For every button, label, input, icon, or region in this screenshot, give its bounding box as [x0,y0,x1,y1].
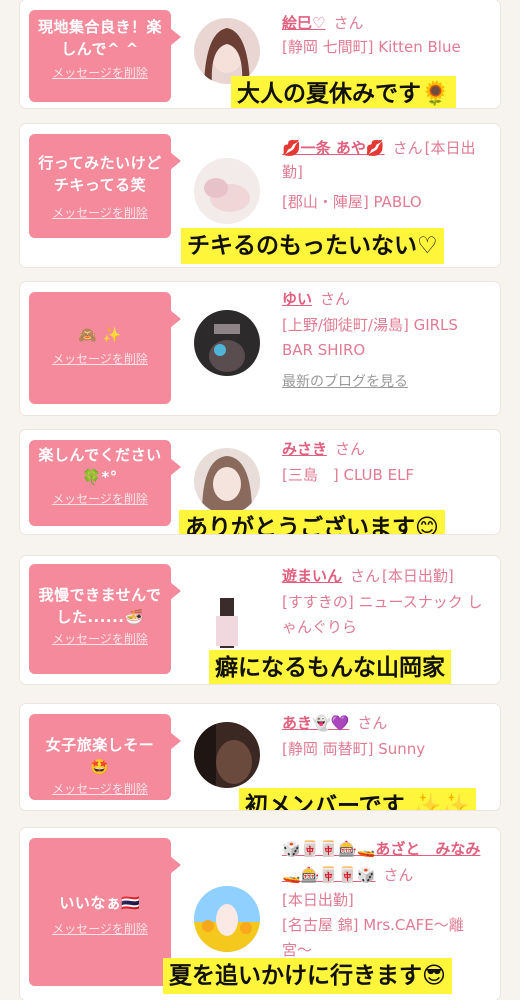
delete-message-link[interactable]: メッセージを削除 [29,350,171,367]
message-bubble: 女子旅楽しそー🤩 メッセージを削除 [29,714,181,800]
honorific: さん [335,440,366,458]
member-name-link[interactable]: みさき [282,440,327,458]
honorific: さん [383,866,414,884]
member-name-link[interactable]: 💋一条 あや💋 [282,139,385,157]
member-info: ゆい さん [上野/御徒町/湯島] GIRLS BAR SHIRO 最新のブログを… [282,288,488,391]
member-info: みさき さん [三島 ] CLUB ELF [282,438,488,488]
message-bubble: 現地集合良き！楽しんで^ ^ メッセージを削除 [29,10,181,102]
avatar[interactable] [194,18,260,84]
work-status: [本日出勤] [382,567,454,585]
avatar[interactable] [194,158,260,224]
honorific: さん [350,567,381,585]
member-name-link[interactable]: あき👻💜 [282,714,349,732]
shop-name: [上野/御徒町/湯島] GIRLS BAR SHIRO [282,316,458,359]
message-card: 🙈 ✨ メッセージを削除 ゆい さん [上野/御徒町/湯島] GIRLS BAR … [20,282,500,415]
shop-name: [静岡 両替町] Sunny [282,740,426,758]
overlay-caption: ありがとうございます😊 [179,510,445,534]
overlay-caption: 夏を追いかけに行きます😎 [163,958,452,994]
avatar[interactable] [194,586,260,652]
message-card: 楽しんでください🍀*° メッセージを削除 みさき さん [三島 ] CLUB EL… [20,430,500,534]
message-card: いいなぁ🇹🇭 メッセージを削除 🎲🀄🀄🎰🚤あざと みなみ🚤🎰🀄🀄🎲 さん [本日出… [20,828,500,1000]
member-info: あき👻💜 さん [静岡 両替町] Sunny [282,712,488,762]
delete-message-link[interactable]: メッセージを削除 [29,920,171,937]
member-info: 絵巳♡ さん [静岡 七間町] Kitten Blue [282,12,488,60]
message-card: 現地集合良き！楽しんで^ ^ メッセージを削除 絵巳♡ さん [静岡 七間町] K… [20,0,500,108]
shop-name: [すすきの] ニュースナック しゃんぐりら [282,593,483,636]
overlay-caption: 初メンバーです ✨✨ [239,788,476,810]
message-text: 行ってみたいけどチキってる笑 [38,154,162,194]
message-bubble: 我慢できませんでした......🍜 メッセージを削除 [29,564,181,674]
avatar[interactable] [194,448,260,514]
delete-message-link[interactable]: メッセージを削除 [29,204,171,221]
overlay-caption: 大人の夏休みです🌻 [231,76,456,108]
avatar[interactable] [194,310,260,376]
latest-blog-link[interactable]: 最新のブログを見る [282,371,488,391]
member-name-link[interactable]: 遊まいん [282,567,342,585]
delete-message-link[interactable]: メッセージを削除 [29,490,171,507]
honorific: さん [333,14,364,32]
member-info: 🎲🀄🀄🎰🚤あざと みなみ🚤🎰🀄🀄🎲 さん [本日出勤] [名古屋 錦] Mrs.C… [282,836,488,963]
message-bubble: 行ってみたいけどチキってる笑 メッセージを削除 [29,134,181,238]
delete-message-link[interactable]: メッセージを削除 [29,64,171,81]
avatar[interactable] [194,886,260,952]
delete-message-link[interactable]: メッセージを削除 [29,780,171,797]
message-card: 女子旅楽しそー🤩 メッセージを削除 あき👻💜 さん [静岡 両替町] Sunny … [20,704,500,810]
shop-name: [名古屋 錦] Mrs.CAFE〜離宮〜 [282,916,464,959]
shop-name: [静岡 七間町] Kitten Blue [282,38,461,56]
message-bubble: いいなぁ🇹🇭 メッセージを削除 [29,838,181,986]
member-name-link[interactable]: 🎲🀄🀄🎰🚤あざと みなみ🚤🎰🀄🀄🎲 [282,840,480,884]
work-status: [本日出勤] [282,891,354,909]
message-text: 🙈 ✨ [77,326,123,344]
message-card: 我慢できませんでした......🍜 メッセージを削除 遊まいん さん [本日出勤] … [20,556,500,684]
honorific: さん [320,290,351,308]
honorific: さん [392,139,423,157]
overlay-caption: チキるのもったいない♡ [181,228,444,264]
message-text: 現地集合良き！楽しんで^ ^ [37,18,162,58]
message-bubble: 🙈 ✨ メッセージを削除 [29,292,181,404]
message-text: いいなぁ🇹🇭 [59,894,141,912]
message-text: 女子旅楽しそー🤩 [45,736,155,776]
shop-name: [三島 ] CLUB ELF [282,466,415,484]
member-name-link[interactable]: 絵巳♡ [282,14,325,32]
message-text: 我慢できませんでした......🍜 [38,586,162,626]
message-card: 行ってみたいけどチキってる笑 メッセージを削除 💋一条 あや💋 さん [本日出勤] … [20,124,500,267]
shop-name: [郡山・陣屋] PABLO [282,193,422,211]
message-bubble: 楽しんでください🍀*° メッセージを削除 [29,440,181,526]
member-info: 💋一条 あや💋 さん [本日出勤] [郡山・陣屋] PABLO [282,136,488,215]
delete-message-link[interactable]: メッセージを削除 [29,630,171,647]
avatar[interactable] [194,722,260,788]
member-info: 遊まいん さん [本日出勤] [すすきの] ニュースナック しゃんぐりら [282,564,488,640]
message-text: 楽しんでください🍀*° [38,446,162,486]
overlay-caption: 癖になるもんな山岡家 [209,650,451,684]
member-name-link[interactable]: ゆい [282,290,312,308]
honorific: さん [357,714,388,732]
